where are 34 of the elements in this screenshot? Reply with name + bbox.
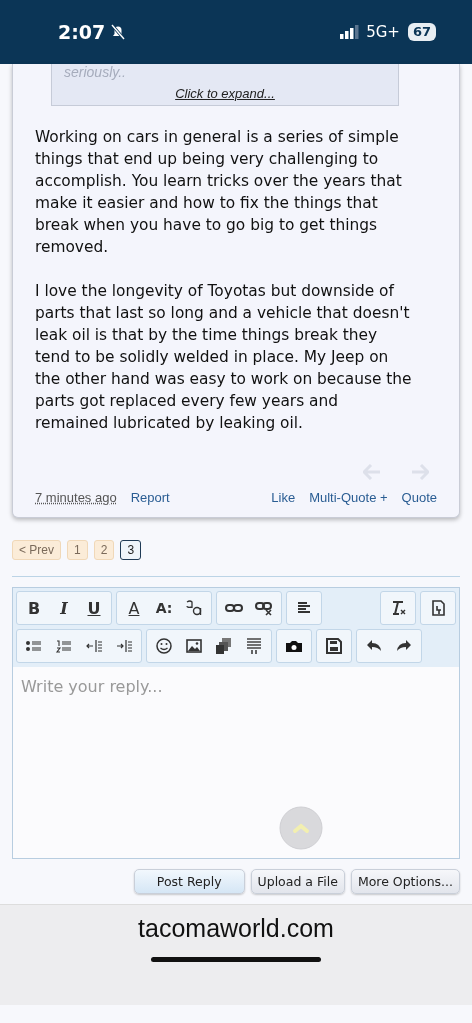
bold-button[interactable]: B (19, 594, 49, 622)
address-domain[interactable]: tacomaworld.com (138, 914, 334, 943)
post-link[interactable]: Like (271, 490, 296, 505)
post-link[interactable]: Quote (401, 490, 437, 505)
media-gallery-icon[interactable] (214, 636, 234, 656)
prev-page-button[interactable]: < Prev (12, 540, 61, 560)
image-icon[interactable] (184, 636, 204, 656)
network-label: 5G+ (366, 23, 400, 41)
expand-link[interactable]: Click to expand... (175, 86, 275, 101)
signal-icon (340, 25, 361, 39)
page-button[interactable]: 1 (67, 540, 88, 560)
font-size-button[interactable]: A: (149, 594, 179, 622)
underline-button[interactable]: U (79, 594, 109, 622)
post-link[interactable]: Report (130, 490, 170, 505)
quote-text: seriously.. (64, 64, 126, 80)
reply-editor[interactable]: B I U A A: Write your reply... (12, 587, 460, 859)
post-paragraph: I love the longevity of Toyotas but downside of parts that last so long and a vehicle that doesn't leak oil is that by the time things break they tend to be solidly welded in place. My Jeep on the other hand was easy to work on because the parts got replaced every few years and remained lubricated by leaking oil. (35, 281, 413, 434)
smiley-icon[interactable] (154, 636, 174, 656)
post-time[interactable]: 7 minutes ago (35, 490, 117, 505)
font-icon[interactable] (184, 598, 204, 618)
muted-bell-icon (109, 23, 128, 41)
battery-level: 67 (407, 23, 436, 41)
post-link[interactable]: Multi-Quote + (309, 490, 388, 505)
form-button[interactable]: More Options... (350, 869, 460, 894)
page-button[interactable]: 3 (120, 540, 142, 560)
text-color-button[interactable]: A (119, 594, 149, 622)
save-icon[interactable] (324, 636, 344, 656)
code-block-icon[interactable] (244, 636, 264, 656)
clock-time: 2:07 (58, 21, 106, 43)
form-button[interactable]: Upload a File (250, 869, 345, 894)
post-paragraph: Working on cars in general is a series of simple things that end up being very challenging to accomplish. You learn tricks over the years that make it easier and how to fix the things that break when you have to go big to get things removed. (35, 127, 403, 258)
page-button[interactable]: 2 (93, 540, 115, 560)
italic-button[interactable]: I (49, 594, 79, 622)
form-button[interactable]: Post Reply (133, 869, 245, 894)
